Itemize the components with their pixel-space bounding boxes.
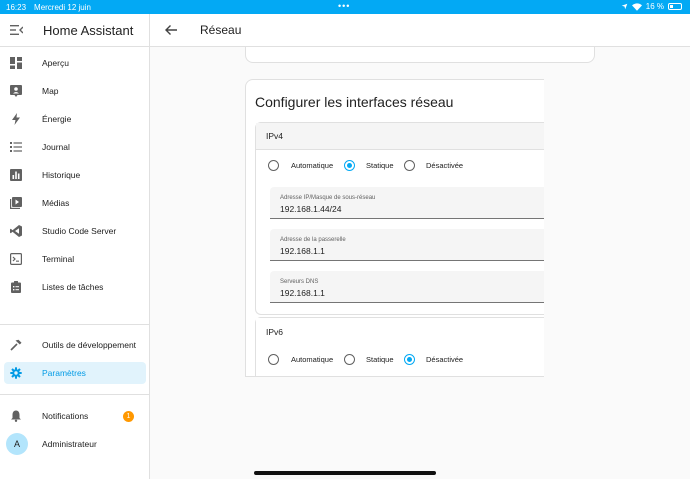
vscode-icon (10, 225, 22, 237)
sidebar-divider (0, 394, 150, 395)
sidebar-item-label: Outils de développement (42, 340, 137, 350)
bell-icon (10, 410, 22, 422)
ipv4-radio-automatique[interactable] (268, 159, 279, 171)
field-value: 192.168.1.1 (280, 288, 325, 298)
sidebar-item-dev-tools[interactable]: Outils de développement (4, 334, 146, 356)
page-title: Réseau (200, 23, 242, 37)
home-indicator[interactable] (254, 471, 436, 475)
previous-card (245, 47, 595, 63)
hammer-icon (10, 339, 22, 351)
radio-label: Désactivée (426, 354, 464, 364)
sidebar-item-label: Terminal (42, 254, 75, 264)
sidebar-item-apercu[interactable]: Aperçu (4, 52, 146, 74)
location-icon (621, 3, 628, 10)
sidebar-item-journal[interactable]: Journal (4, 136, 146, 158)
arrow-back-icon[interactable] (164, 23, 178, 37)
radio-label: Statique (366, 354, 394, 364)
field-value: 192.168.1.1 (280, 246, 325, 256)
lightning-icon (10, 113, 22, 125)
sidebar-item-listes-de-taches[interactable]: Listes de tâches (4, 276, 146, 298)
field-label: Adresse de la passerelle (280, 237, 346, 243)
sidebar: Home Assistant Aperçu Map Énergie Journa… (0, 14, 150, 479)
gateway-field[interactable]: Adresse de la passerelle 192.168.1.1 (270, 229, 544, 261)
radio-label: Automatique (291, 160, 334, 170)
dns-field[interactable]: Serveurs DNS 192.168.1.1 (270, 271, 544, 303)
status-date: Mercredi 12 juin (34, 2, 91, 12)
list-icon (10, 141, 22, 153)
sidebar-item-notifications[interactable]: Notifications 1 (4, 405, 146, 427)
ipv4-header[interactable]: IPv4 (256, 123, 544, 150)
ipv6-radio-automatique[interactable] (268, 353, 279, 365)
card-title: Configurer les interfaces réseau (255, 94, 454, 110)
ip-address-field[interactable]: Adresse IP/Masque de sous-réseau 192.168… (270, 187, 544, 219)
notification-badge: 1 (123, 410, 134, 422)
sidebar-item-label: Studio Code Server (42, 226, 117, 236)
sidebar-item-label: Médias (42, 198, 70, 208)
sidebar-item-label: Notifications (42, 411, 89, 421)
sidebar-divider (0, 324, 150, 325)
sidebar-item-user[interactable]: A Administrateur (4, 433, 146, 455)
ipv4-radio-statique[interactable] (344, 159, 355, 171)
app-title: Home Assistant (43, 22, 134, 38)
top-app-bar: Réseau (150, 14, 690, 47)
sidebar-item-label: Aperçu (42, 58, 69, 68)
map-icon (10, 85, 22, 97)
status-bar: 16:23 Mercredi 12 juin ••• 16 % (0, 0, 690, 14)
sidebar-item-label: Listes de tâches (42, 282, 104, 292)
dashboard-icon (10, 57, 22, 69)
sidebar-header: Home Assistant (0, 14, 149, 47)
ipv6-radio-statique[interactable] (344, 353, 355, 365)
radio-label: Automatique (291, 354, 334, 364)
clipboard-icon (10, 281, 22, 293)
ipv6-section: IPv6 Automatique Statique Désactivée (255, 317, 544, 376)
status-time: 16:23 (6, 2, 27, 12)
media-icon (10, 197, 22, 209)
ipv6-header[interactable]: IPv6 (256, 318, 544, 345)
field-value: 192.168.1.44/24 (280, 204, 342, 214)
sidebar-item-label: Journal (42, 142, 70, 152)
sidebar-item-label: Historique (42, 170, 81, 180)
ipv6-radio-desactivee[interactable] (404, 353, 415, 365)
sidebar-item-parametres[interactable]: Paramètres (4, 362, 146, 384)
network-interfaces-card: Configurer les interfaces réseau IPv4 Au… (245, 79, 544, 377)
ipv4-section: IPv4 Automatique Statique Désactivée Adr… (255, 122, 544, 315)
ipv4-radio-desactivee[interactable] (404, 159, 415, 171)
sidebar-item-label: Administrateur (42, 439, 97, 449)
avatar: A (6, 433, 28, 455)
sidebar-item-medias[interactable]: Médias (4, 192, 146, 214)
menu-collapse-icon[interactable] (10, 24, 23, 36)
sidebar-item-terminal[interactable]: Terminal (4, 248, 146, 270)
multitask-dots-icon[interactable]: ••• (338, 1, 350, 11)
wifi-icon (631, 2, 642, 11)
sidebar-item-map[interactable]: Map (4, 80, 146, 102)
terminal-icon (10, 253, 22, 265)
sidebar-item-label: Énergie (42, 114, 72, 124)
sidebar-item-label: Map (42, 86, 59, 96)
sidebar-item-label: Paramètres (42, 368, 86, 378)
radio-label: Désactivée (426, 160, 464, 170)
battery-icon (668, 3, 682, 10)
sidebar-item-studio-code-server[interactable]: Studio Code Server (4, 220, 146, 242)
sidebar-item-energie[interactable]: Énergie (4, 108, 146, 130)
chart-icon (10, 169, 22, 181)
gear-icon (10, 367, 22, 379)
radio-label: Statique (366, 160, 394, 170)
field-label: Serveurs DNS (280, 279, 319, 285)
battery-percent: 16 % (645, 2, 664, 11)
field-label: Adresse IP/Masque de sous-réseau (280, 195, 376, 201)
sidebar-item-historique[interactable]: Historique (4, 164, 146, 186)
